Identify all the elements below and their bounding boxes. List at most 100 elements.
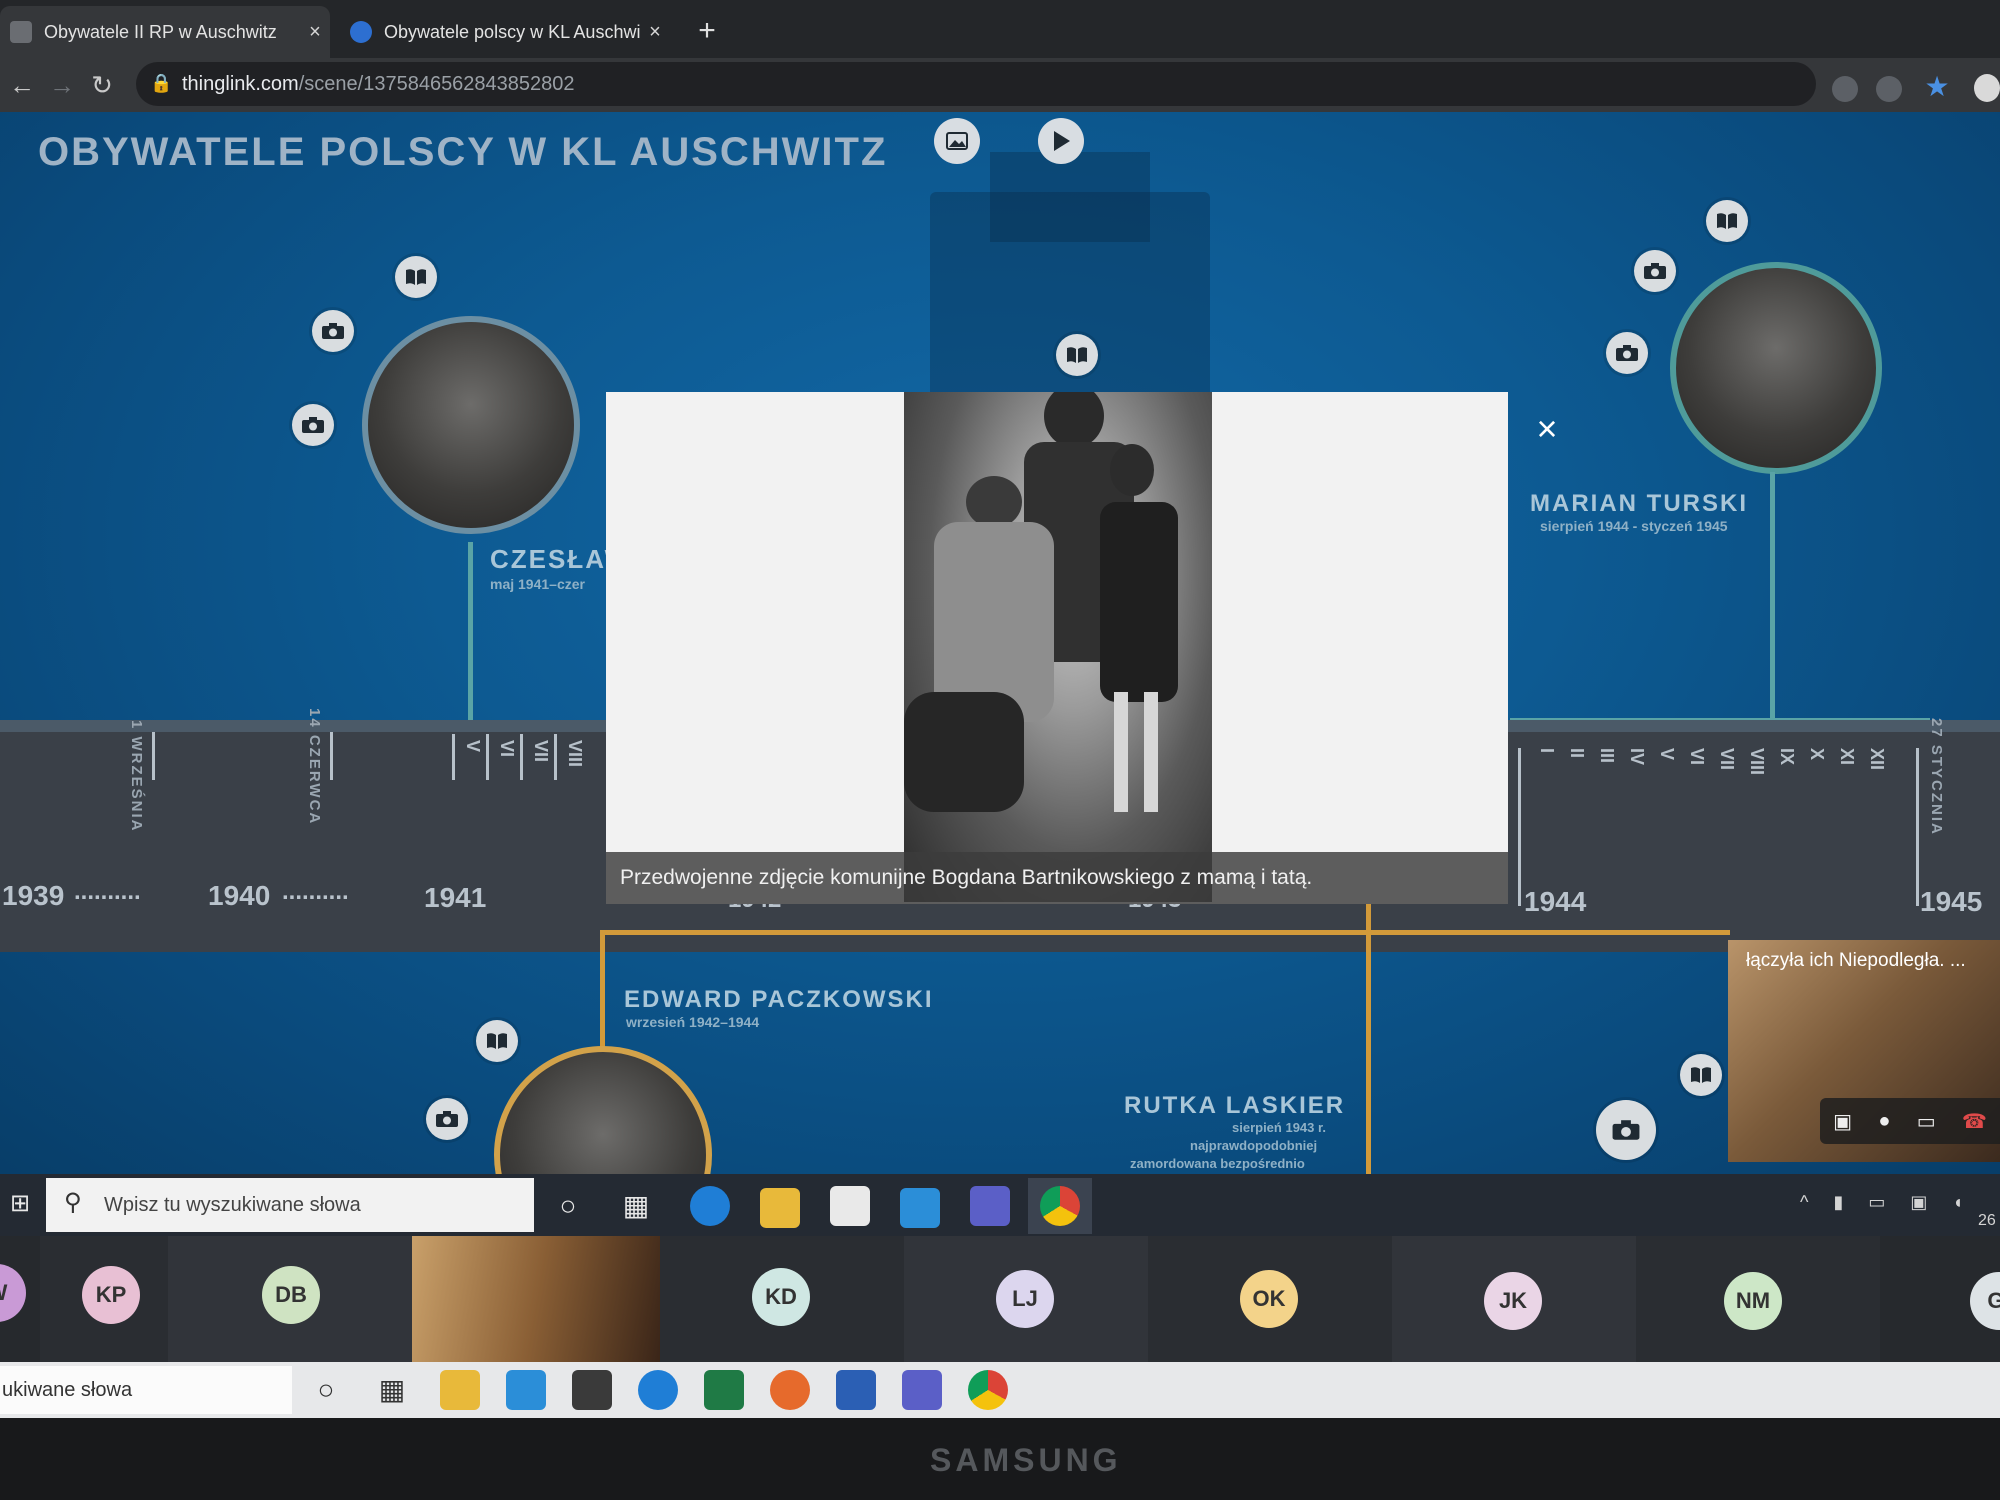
participant-camera-tile[interactable] (412, 1236, 660, 1362)
communion-photo (904, 384, 1212, 902)
store-icon[interactable] (572, 1370, 612, 1410)
windows-start-icon[interactable]: ⊞ (0, 1184, 40, 1224)
month-label: III (1597, 748, 1617, 764)
participant-avatar[interactable]: NM (1724, 1272, 1782, 1330)
translate-icon[interactable] (1832, 76, 1858, 102)
bookmark-star-icon[interactable]: ★ (1922, 72, 1952, 102)
person-name[interactable]: MARIAN TURSKI (1530, 490, 1748, 518)
lock-icon[interactable]: 🔒 (150, 68, 172, 98)
tab-inactive[interactable]: Obywatele polscy w KL Auschwit × (340, 6, 670, 58)
image-icon[interactable] (934, 118, 980, 164)
portrait-marian-turski[interactable] (1670, 262, 1882, 474)
word-icon[interactable] (836, 1370, 876, 1410)
cortana-icon[interactable]: ○ (548, 1186, 588, 1226)
video-call-title: łączyła ich Niepodległa. ... (1746, 950, 1966, 971)
timeline-tick (452, 734, 455, 780)
participant-avatar[interactable]: LJ (996, 1270, 1054, 1328)
edge-icon[interactable] (638, 1370, 678, 1410)
system-tray-icons[interactable]: ^ ▮ ▭ ▣ ◖ (1800, 1192, 1973, 1213)
year-label: 1940 (208, 880, 271, 911)
image-caption: Przedwojenne zdjęcie komunijne Bogdana B… (620, 866, 1313, 889)
reload-icon[interactable]: ↻ (80, 58, 124, 112)
person-name[interactable]: EDWARD PACZKOWSKI (624, 986, 934, 1014)
play-icon[interactable] (1038, 118, 1084, 164)
book-icon[interactable] (1706, 200, 1748, 242)
cortana-icon[interactable]: ○ (306, 1370, 346, 1410)
teams-icon[interactable] (970, 1186, 1010, 1226)
book-icon[interactable] (1680, 1054, 1722, 1096)
task-view-icon[interactable]: ▦ (616, 1186, 656, 1226)
scene-title: OBYWATELE POLSCY W KL AUSCHWITZ (38, 130, 888, 174)
camera-icon[interactable] (426, 1098, 468, 1140)
url-path: /scene/1375846562843852802 (298, 73, 575, 95)
back-arrow-icon[interactable]: ← (0, 58, 44, 112)
mail-icon[interactable] (506, 1370, 546, 1410)
timeline-tick (152, 732, 155, 780)
new-tab-button[interactable]: + (690, 14, 724, 48)
participant-avatar[interactable]: JK (1484, 1272, 1542, 1330)
excel-icon[interactable] (704, 1370, 744, 1410)
month-label: XI (1837, 748, 1857, 766)
tab-close-icon[interactable]: × (300, 21, 330, 44)
timeline-tick (520, 734, 523, 780)
clock: 26 (1978, 1212, 1996, 1229)
person-dates: maj 1941–czer (490, 576, 585, 592)
forward-arrow-icon[interactable]: → (40, 58, 84, 112)
book-icon[interactable] (1056, 334, 1098, 376)
task-view-icon[interactable]: ▦ (372, 1370, 412, 1410)
tab-close-icon[interactable]: × (640, 21, 670, 44)
participant-avatar[interactable]: KP (82, 1266, 140, 1324)
participant-avatar[interactable]: DB (262, 1266, 320, 1324)
camera-icon[interactable] (292, 404, 334, 446)
mail-icon[interactable] (900, 1188, 940, 1228)
book-icon[interactable] (395, 256, 437, 298)
chrome-icon[interactable] (1040, 1186, 1080, 1226)
person-dates: sierpień 1944 - styczeń 1945 (1540, 518, 1728, 534)
store-icon[interactable] (830, 1186, 870, 1226)
month-label: XII (1867, 748, 1887, 771)
share-screen-icon[interactable]: ▭ (1917, 1109, 1936, 1134)
url-text[interactable]: thinglink.com/scene/1375846562843852802 (182, 66, 575, 102)
year-label: 1945 (1920, 886, 1983, 917)
tab-active[interactable]: Obywatele II RP w Auschwitz × (0, 6, 330, 58)
book-icon[interactable] (476, 1020, 518, 1062)
date-label: 14 CZERWCA (306, 708, 323, 826)
teams-icon[interactable] (902, 1370, 942, 1410)
camera-icon[interactable] (312, 310, 354, 352)
month-label: V (1657, 748, 1677, 761)
portrait-czeslaw[interactable] (362, 316, 580, 534)
year-dots: .......... (282, 878, 349, 905)
date-label: 1 WRZEŚNIA (128, 720, 145, 833)
camera-icon[interactable] (1634, 250, 1676, 292)
monitor-brand-logo: SAMSUNG (930, 1442, 1122, 1478)
camera-icon[interactable] (1606, 332, 1648, 374)
file-explorer-icon[interactable] (760, 1188, 800, 1228)
date-label: 27 STYCZNIA (1928, 718, 1945, 836)
camera-toggle-icon[interactable]: ▣ (1833, 1109, 1852, 1134)
camera-icon[interactable] (1596, 1100, 1656, 1160)
participant-avatar[interactable]: OK (1240, 1270, 1298, 1328)
tab-favicon-icon (350, 21, 372, 43)
eye-off-icon[interactable] (1876, 76, 1902, 102)
local-search-text[interactable]: ukiwane słowa (2, 1374, 132, 1406)
month-label: IV (1627, 748, 1647, 766)
month-label: II (1567, 748, 1587, 759)
month-label: VII (531, 740, 551, 763)
file-explorer-icon[interactable] (440, 1370, 480, 1410)
month-label: VIII (1747, 748, 1767, 776)
participant-avatar[interactable]: KD (752, 1268, 810, 1326)
year-label: 1941 (424, 882, 487, 913)
chrome-icon[interactable] (968, 1370, 1008, 1410)
microphone-icon[interactable]: ● (1878, 1110, 1890, 1133)
firefox-icon[interactable] (770, 1370, 810, 1410)
timeline-connector (1770, 472, 1775, 722)
timeline-tick (330, 732, 333, 780)
search-placeholder[interactable]: Wpisz tu wyszukiwane słowa (104, 1190, 361, 1220)
portrait-edward-paczkowski[interactable] (494, 1046, 712, 1174)
end-call-icon[interactable]: ☎ (1962, 1109, 1987, 1134)
close-icon[interactable]: × (1530, 411, 1564, 447)
person-name[interactable]: RUTKA LASKIER (1124, 1092, 1345, 1120)
profile-avatar[interactable] (1974, 74, 2000, 102)
month-label: VII (1717, 748, 1737, 771)
edge-icon[interactable] (690, 1186, 730, 1226)
